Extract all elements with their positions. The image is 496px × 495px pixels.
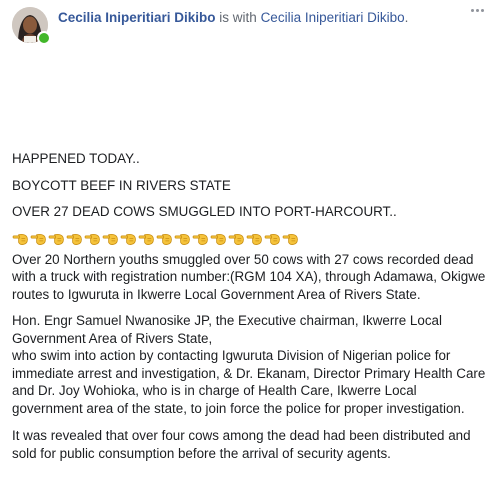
pointing-hand-icon: [102, 233, 118, 245]
tagged-suffix: .: [404, 10, 409, 25]
more-options-button[interactable]: [466, 3, 488, 17]
with-text: is with: [215, 10, 261, 25]
pointing-hand-icon: [48, 233, 64, 245]
pointing-hand-icon: [192, 233, 208, 245]
author-avatar-wrapper[interactable]: [12, 7, 51, 45]
pointing-hand-icon: [228, 233, 244, 245]
pointing-hand-icon: [30, 233, 46, 245]
pointing-hand-icon: [66, 233, 82, 245]
pointing-hand-icon: [264, 233, 280, 245]
pointing-hand-icon: [282, 233, 298, 245]
post-line-happened-today: HAPPENED TODAY..: [12, 151, 140, 166]
more-options-icon-dot: [480, 8, 484, 12]
pointing-hand-icon: [138, 233, 154, 245]
online-status-indicator: [37, 31, 51, 45]
pointing-hand-icon: [156, 233, 172, 245]
post-header-line: Cecilia Iniperitiari Dikibo is with Ceci…: [58, 9, 408, 26]
pointing-hand-icon: [120, 233, 136, 245]
author-name-link[interactable]: Cecilia Iniperitiari Dikibo: [58, 10, 216, 25]
pointing-hand-icon: [246, 233, 262, 245]
tagged-person-link[interactable]: Cecilia Iniperitiari Dikibo: [261, 10, 405, 25]
more-options-icon-dot: [475, 8, 479, 12]
pointing-hand-icon: [84, 233, 100, 245]
post-header: Cecilia Iniperitiari Dikibo is with Ceci…: [0, 0, 496, 50]
post-paragraph-investigation: who swim into action by contacting Igwur…: [12, 348, 486, 416]
pointing-hand-icon: [210, 233, 226, 245]
post-paragraph-chairman: Hon. Engr Samuel Nwanosike JP, the Execu…: [12, 313, 442, 346]
pointing-hand-icon: [174, 233, 190, 245]
pointing-hand-icon: [12, 233, 28, 245]
more-options-icon: [470, 8, 474, 12]
emoji-row: [12, 230, 488, 247]
post-body: HAPPENED TODAY.. BOYCOTT BEEF IN RIVERS …: [12, 150, 488, 471]
post-line-dead-cows: OVER 27 DEAD COWS SMUGGLED INTO PORT-HAR…: [12, 204, 397, 219]
post-paragraph-revealed: It was revealed that over four cows amon…: [12, 428, 471, 461]
post-line-boycott-beef: BOYCOTT BEEF IN RIVERS STATE: [12, 177, 231, 193]
post-paragraph-smuggled: Over 20 Northern youths smuggled over 50…: [12, 251, 486, 302]
